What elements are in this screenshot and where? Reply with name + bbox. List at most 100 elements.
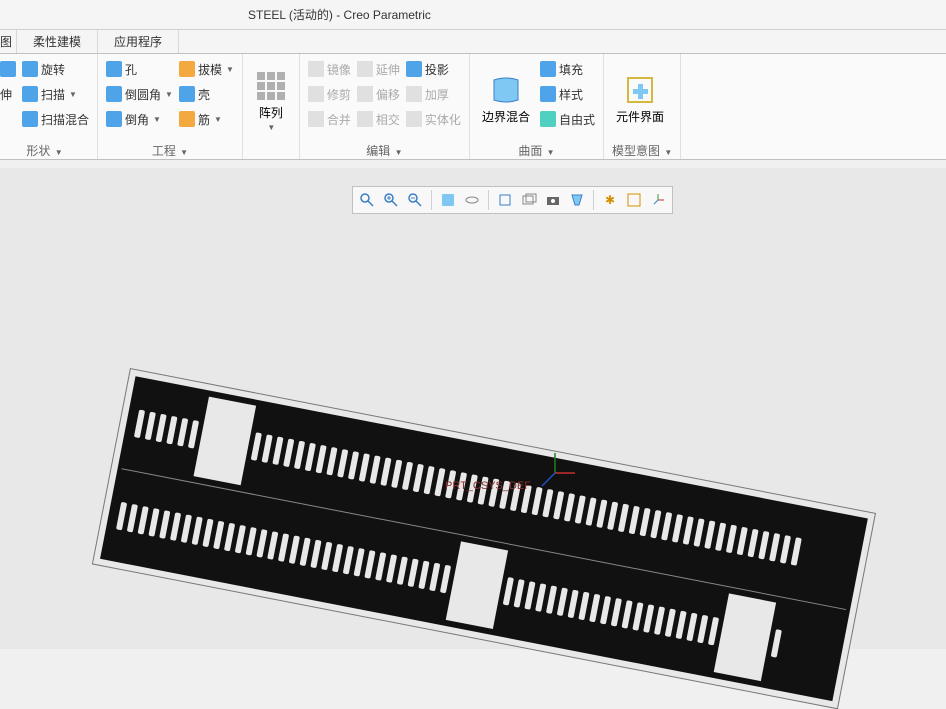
annotations-icon [626, 192, 642, 208]
solidify-button: 实体化 [406, 108, 461, 130]
zoom-in-button[interactable] [381, 190, 401, 210]
zoom-fit-button[interactable] [357, 190, 377, 210]
revolve-icon [22, 61, 38, 77]
rib-icon [179, 111, 195, 127]
style-icon [540, 86, 556, 102]
viewport[interactable]: ✱ PRT_CSYS_DEF [0, 168, 946, 649]
views-icon [521, 192, 537, 208]
merge-icon [308, 111, 324, 127]
sweep-icon [22, 86, 38, 102]
boundary-blend-button[interactable]: 边界混合 [478, 58, 534, 140]
separator [431, 190, 432, 210]
group-shape-label: 形状 ▼ [0, 140, 89, 159]
display-style-button[interactable] [495, 190, 515, 210]
rib-button[interactable]: 筋 ▼ [179, 108, 234, 130]
chevron-down-icon: ▼ [153, 115, 161, 124]
merge-button: 合并 [308, 108, 351, 130]
saved-views-button[interactable] [519, 190, 539, 210]
title-bar: STEEL (活动的) - Creo Parametric [0, 0, 946, 30]
chevron-down-icon: ▼ [165, 90, 173, 99]
extend-icon [357, 61, 373, 77]
fill-button[interactable]: 填充 [540, 58, 595, 80]
mirror-icon [308, 61, 324, 77]
cube-icon [497, 192, 513, 208]
sweep-blend-button[interactable]: 扫描混合 [22, 108, 89, 130]
offset-button: 偏移 [357, 83, 400, 105]
shell-button[interactable]: 壳 [179, 83, 234, 105]
thicken-button: 加厚 [406, 83, 461, 105]
chevron-down-icon: ▼ [226, 65, 234, 74]
annotations-button[interactable] [624, 190, 644, 210]
sweep-blend-icon [22, 111, 38, 127]
mirror-button: 镜像 [308, 58, 351, 80]
extrude-button-partial2[interactable]: 伸 [0, 83, 16, 105]
group-pattern-label [251, 143, 291, 159]
style-button[interactable]: 样式 [540, 83, 595, 105]
pattern-button[interactable]: 阵列 ▼ [251, 58, 291, 143]
solidify-icon [406, 111, 422, 127]
spin-icon [464, 192, 480, 208]
perspective-icon [569, 192, 585, 208]
sweep-button[interactable]: 扫描 ▼ [22, 83, 89, 105]
pattern-icon [255, 70, 287, 102]
separator [488, 190, 489, 210]
zoom-out-icon [407, 192, 423, 208]
group-model-intent: 元件界面 模型意图 ▼ [604, 54, 681, 159]
group-model-intent-label: 模型意图 ▼ [612, 140, 672, 159]
camera-icon [545, 192, 561, 208]
zoom-out-button[interactable] [405, 190, 425, 210]
chamfer-button[interactable]: 倒角 ▼ [106, 108, 173, 130]
draft-icon [179, 61, 195, 77]
repaint-button[interactable] [438, 190, 458, 210]
zoom-fit-icon [359, 192, 375, 208]
group-engineering: 孔 倒圆角 ▼ 倒角 ▼ 拔模 ▼ [98, 54, 243, 159]
round-icon [106, 86, 122, 102]
draft-button[interactable]: 拔模 ▼ [179, 58, 234, 80]
group-surface: 边界混合 填充 样式 自由式 曲面 ▼ [470, 54, 604, 159]
freeform-button[interactable]: 自由式 [540, 108, 595, 130]
extend-button: 延伸 [357, 58, 400, 80]
separator [593, 190, 594, 210]
extrude-icon [0, 61, 16, 77]
window-title: STEEL (活动的) - Creo Parametric [248, 6, 431, 23]
zoom-in-icon [383, 192, 399, 208]
tab-applications[interactable]: 应用程序 [98, 30, 179, 53]
hole-button[interactable]: 孔 [106, 58, 173, 80]
tab-flexible-modeling[interactable]: 柔性建模 [17, 30, 98, 53]
csys-icon [650, 192, 666, 208]
project-icon [406, 61, 422, 77]
freeform-icon [540, 111, 556, 127]
component-interface-icon [624, 74, 656, 106]
boundary-blend-icon [490, 74, 522, 106]
chevron-down-icon: ▼ [214, 115, 222, 124]
hole-icon [106, 61, 122, 77]
view-toolbar: ✱ [352, 186, 673, 214]
revolve-button[interactable]: 旋转 [22, 58, 89, 80]
tab-partial[interactable]: 图 [0, 30, 17, 53]
project-button[interactable]: 投影 [406, 58, 461, 80]
csys-display-button[interactable] [648, 190, 668, 210]
ribbon-tabbar: 图 柔性建模 应用程序 [0, 30, 946, 54]
group-edit: 镜像 修剪 合并 延伸 偏移 相交 投影 加厚 实体化 编辑 ▼ [300, 54, 470, 159]
datum-display-button[interactable]: ✱ [600, 190, 620, 210]
spin-button[interactable] [462, 190, 482, 210]
chevron-down-icon: ▼ [69, 90, 77, 99]
camera-button[interactable] [543, 190, 563, 210]
component-interface-button[interactable]: 元件界面 [612, 58, 668, 140]
chevron-down-icon: ▼ [267, 123, 275, 132]
offset-icon [357, 86, 373, 102]
group-engineering-label: 工程 ▼ [106, 140, 234, 159]
chamfer-icon [106, 111, 122, 127]
intersect-icon [357, 111, 373, 127]
intersect-button: 相交 [357, 108, 400, 130]
ribbon: 伸 旋转 扫描 ▼ 扫描混合 形状 ▼ [0, 54, 946, 160]
round-button[interactable]: 倒圆角 ▼ [106, 83, 173, 105]
group-pattern: 阵列 ▼ [243, 54, 300, 159]
extrude-button-partial[interactable] [0, 58, 16, 80]
perspective-button[interactable] [567, 190, 587, 210]
trim-button: 修剪 [308, 83, 351, 105]
fill-icon [540, 61, 556, 77]
thicken-icon [406, 86, 422, 102]
model-geometry[interactable] [92, 368, 876, 709]
repaint-icon [440, 192, 456, 208]
